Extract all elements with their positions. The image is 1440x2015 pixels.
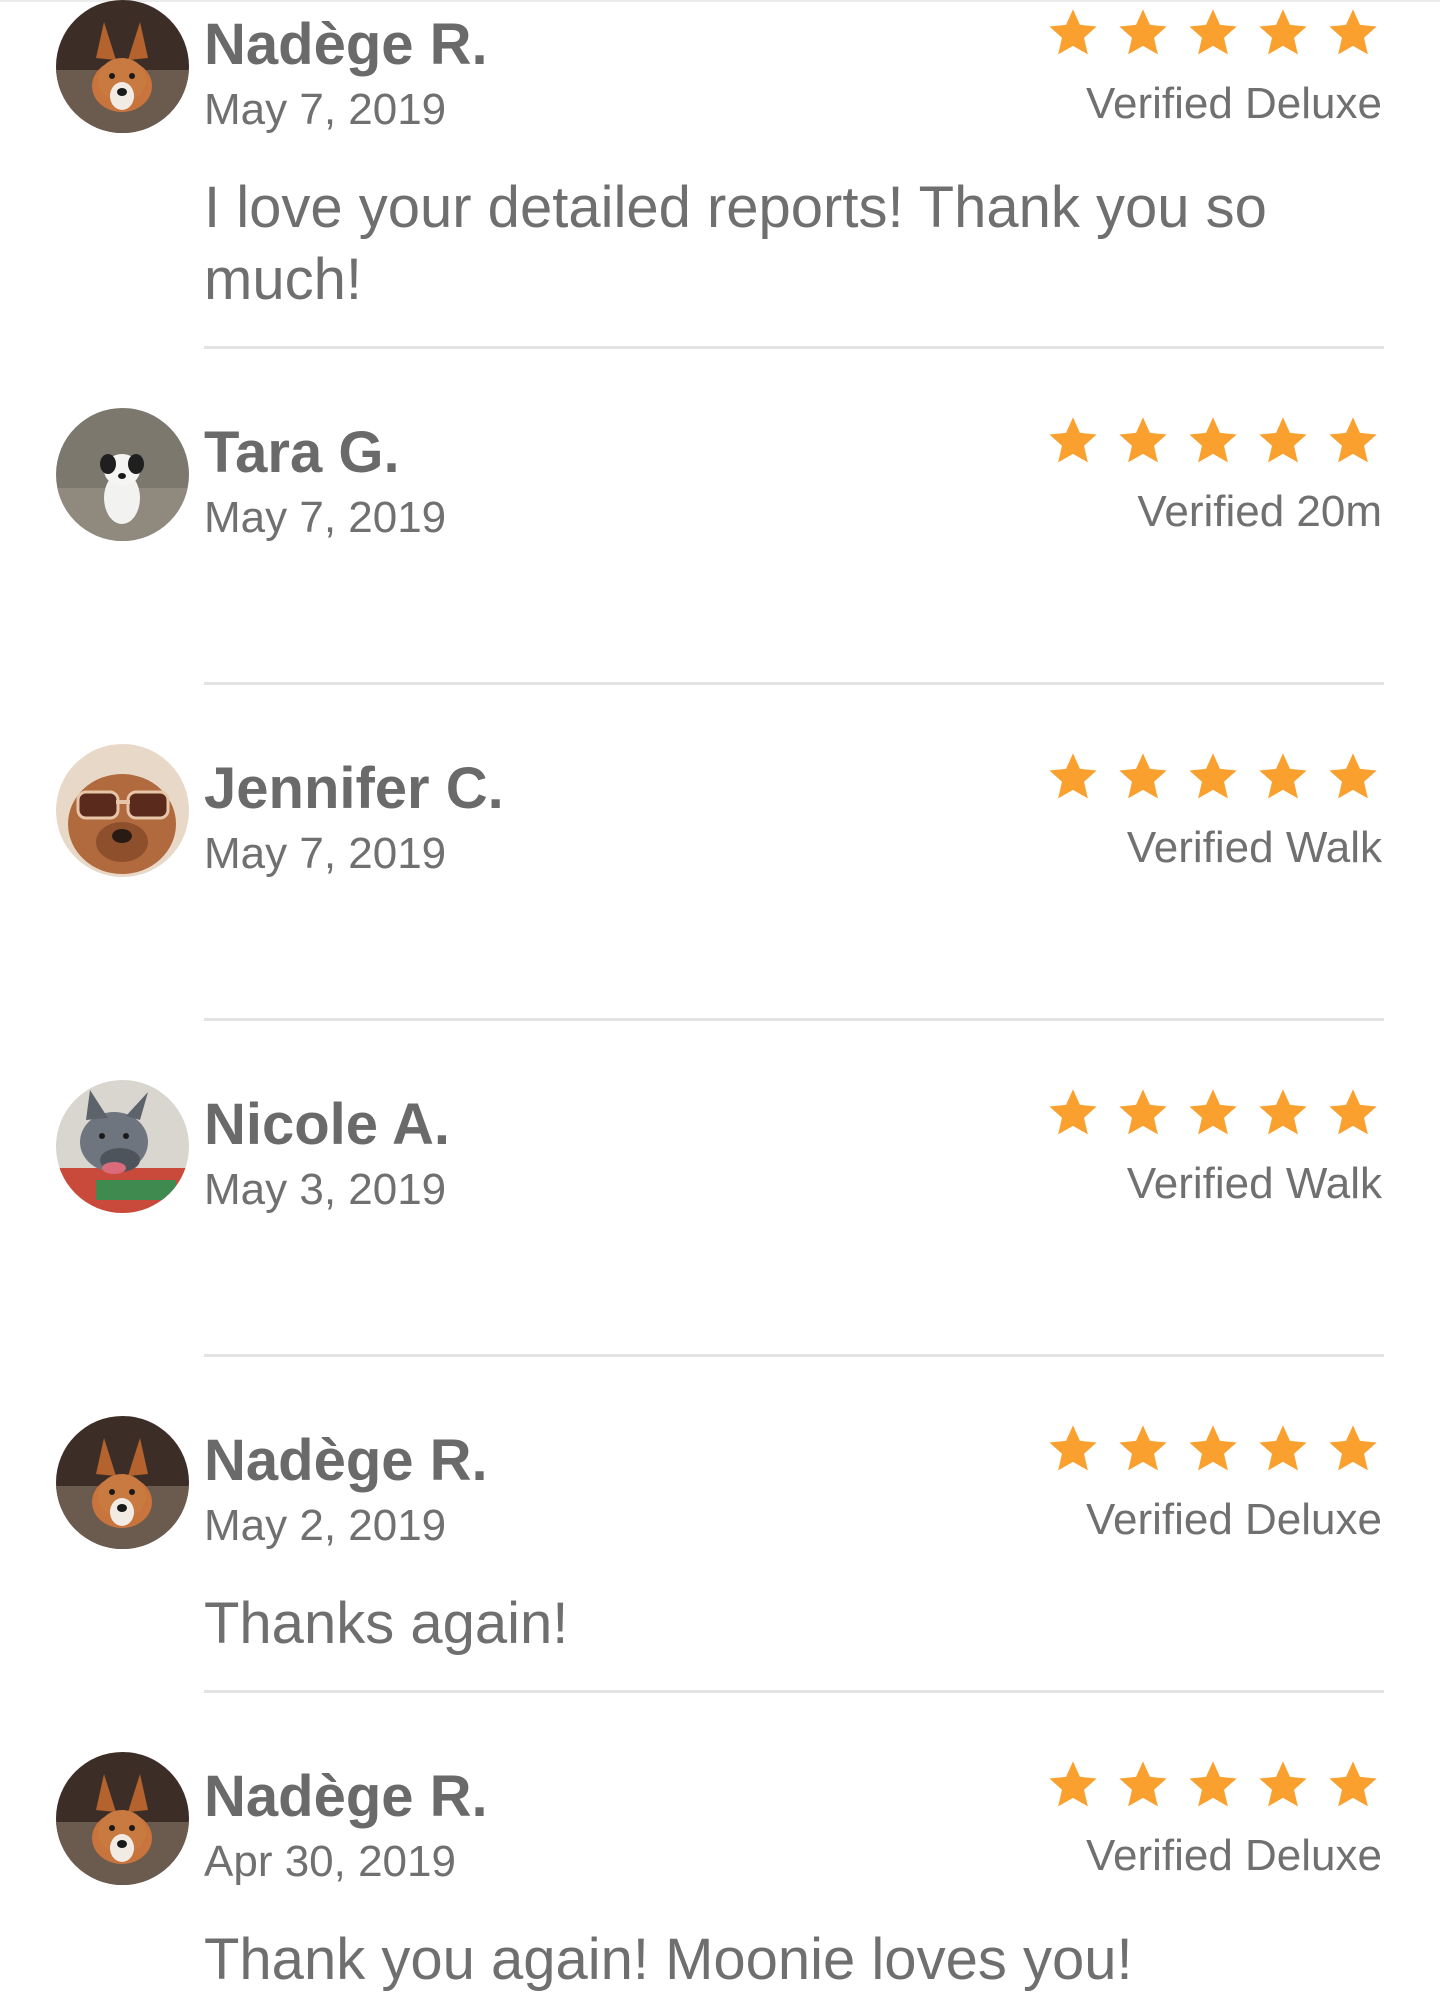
review-date: May 3, 2019 [204, 1165, 447, 1214]
star-icon [1329, 9, 1377, 55]
review-date: May 7, 2019 [204, 493, 447, 542]
star-icon [1119, 1089, 1167, 1135]
star-icon [1119, 1761, 1167, 1807]
star-icon [1049, 417, 1097, 463]
star-icon [1049, 9, 1097, 55]
rating-stars [1046, 750, 1380, 804]
star-icon [1259, 753, 1307, 799]
star-icon [1119, 417, 1167, 463]
review-comment: I love your detailed reports! Thank you … [204, 175, 1267, 312]
review-divider [204, 1018, 1384, 1021]
verified-label: Verified Walk [1126, 823, 1382, 872]
review-comment: Thank you again! Moonie loves you! [204, 1927, 1133, 1992]
rating-stars [1046, 1758, 1380, 1812]
reviewer-name: Nadège R. [204, 12, 488, 77]
review-date: May 2, 2019 [204, 1501, 447, 1550]
star-icon [1189, 1089, 1237, 1135]
star-icon [1189, 417, 1237, 463]
corgi-avatar[interactable] [56, 1416, 189, 1549]
dog-sunglasses-avatar[interactable] [56, 744, 189, 877]
review-date: May 7, 2019 [204, 829, 447, 878]
star-icon [1049, 1425, 1097, 1471]
reviewer-name: Nicole A. [204, 1092, 451, 1157]
star-icon [1119, 753, 1167, 799]
star-icon [1119, 9, 1167, 55]
reviewer-name: Nadège R. [204, 1428, 488, 1493]
top-border [0, 0, 1440, 2]
review-divider [204, 1690, 1384, 1693]
star-icon [1329, 753, 1377, 799]
review-divider [204, 346, 1384, 349]
star-icon [1259, 9, 1307, 55]
gray-dog-avatar[interactable] [56, 1080, 189, 1213]
star-icon [1189, 753, 1237, 799]
star-icon [1049, 753, 1097, 799]
star-icon [1049, 1089, 1097, 1135]
reviewer-name: Nadège R. [204, 1764, 488, 1829]
star-icon [1049, 1761, 1097, 1807]
review-divider [204, 682, 1384, 685]
small-dog-avatar[interactable] [56, 408, 189, 541]
verified-label: Verified Deluxe [1086, 1495, 1382, 1544]
star-icon [1329, 417, 1377, 463]
star-icon [1329, 1089, 1377, 1135]
star-icon [1259, 417, 1307, 463]
review-date: May 7, 2019 [204, 85, 447, 134]
reviewer-name: Tara G. [204, 420, 400, 485]
reviewer-name: Jennifer C. [204, 756, 504, 821]
star-icon [1259, 1089, 1307, 1135]
star-icon [1119, 1425, 1167, 1471]
review-date: Apr 30, 2019 [204, 1837, 456, 1886]
rating-stars [1046, 1422, 1380, 1476]
rating-stars [1046, 6, 1380, 60]
star-icon [1329, 1425, 1377, 1471]
rating-stars [1046, 1086, 1380, 1140]
verified-label: Verified 20m [1137, 487, 1382, 536]
star-icon [1189, 1425, 1237, 1471]
verified-label: Verified Walk [1126, 1159, 1382, 1208]
corgi-avatar[interactable] [56, 0, 189, 133]
star-icon [1259, 1761, 1307, 1807]
star-icon [1259, 1425, 1307, 1471]
rating-stars [1046, 414, 1380, 468]
star-icon [1329, 1761, 1377, 1807]
verified-label: Verified Deluxe [1086, 1831, 1382, 1880]
corgi-avatar[interactable] [56, 1752, 189, 1885]
star-icon [1189, 9, 1237, 55]
review-comment: Thanks again! [204, 1591, 569, 1656]
verified-label: Verified Deluxe [1086, 79, 1382, 128]
review-divider [204, 1354, 1384, 1357]
star-icon [1189, 1761, 1237, 1807]
